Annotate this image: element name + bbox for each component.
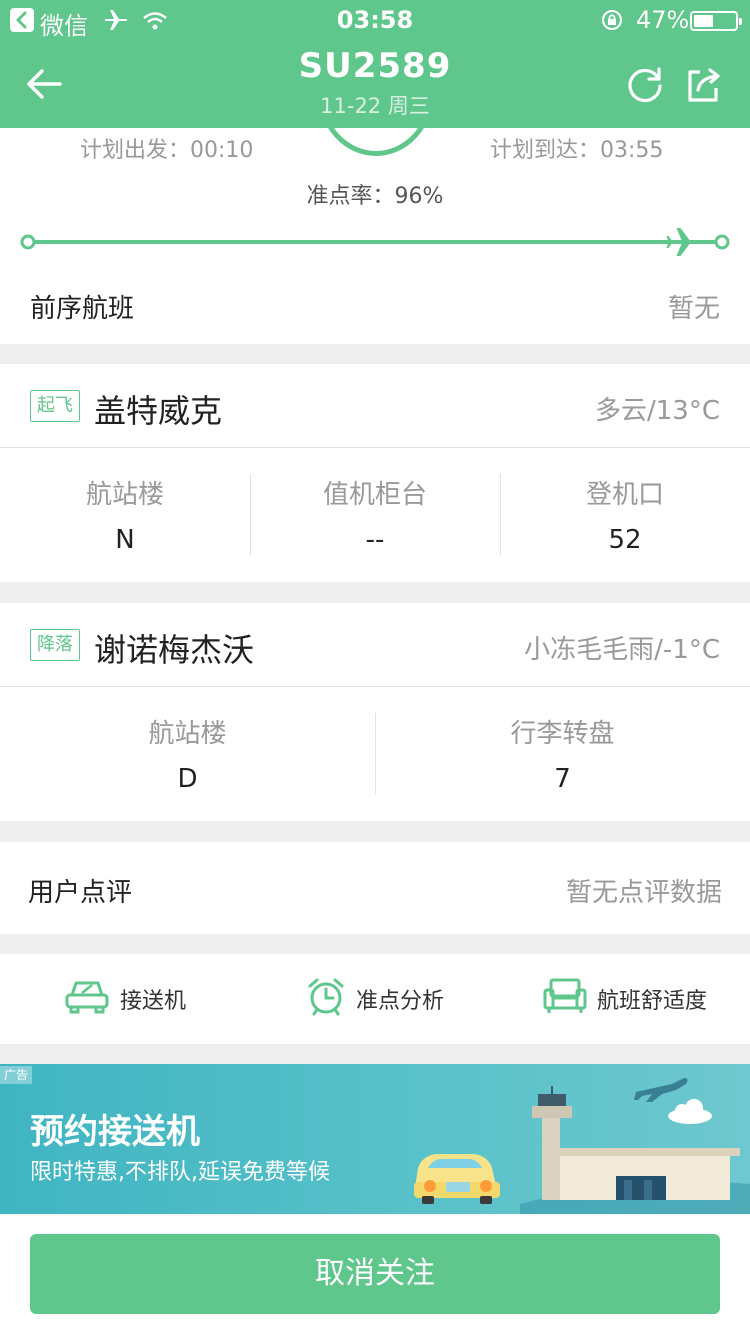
bottom-action-bar: 取消关注 — [0, 1214, 750, 1334]
departure-card: 起飞 盖特威克 多云/13°C 航站楼 N 值机柜台 -- 登机口 52 — [0, 364, 750, 582]
flight-status-card: 计划出发：00:10 计划到达：03:55 准点率：96% 前序航班 暂无 — [0, 128, 750, 344]
nav-bar: SU2589 11-22 周三 — [0, 40, 750, 128]
ad-subtitle: 限时特惠,不排队,延误免费等候 — [30, 1160, 330, 1185]
departure-gate: 登机口 52 — [500, 448, 750, 582]
battery-level — [694, 15, 713, 27]
ontime-analysis-button[interactable]: 准点分析 — [250, 954, 500, 1044]
user-review-value: 暂无点评数据 — [565, 878, 722, 908]
arrival-weather: 小冻毛毛雨/-1°C — [524, 635, 720, 665]
departure-terminal: 航站楼 N — [0, 448, 250, 582]
departure-terminal-value: N — [115, 525, 135, 555]
flight-progress-track — [20, 228, 730, 256]
departure-checkin-label: 值机柜台 — [322, 480, 427, 510]
ad-illustration — [414, 1078, 750, 1214]
departure-checkin: 值机柜台 -- — [250, 448, 500, 582]
departure-tag: 起飞 — [30, 390, 80, 422]
ontime-rate: 准点率：96% — [306, 184, 444, 209]
arrival-card: 降落 谢诺梅杰沃 小冻毛毛雨/-1°C 航站楼 D 行李转盘 7 — [0, 603, 750, 821]
pickup-dropoff-button[interactable]: 接送机 — [0, 954, 250, 1044]
rotation-lock-icon — [600, 8, 624, 38]
battery-icon — [690, 11, 742, 31]
seat-icon — [543, 976, 587, 1022]
arrival-info-columns: 航站楼 D 行李转盘 7 — [0, 687, 750, 821]
previous-flight-label: 前序航班 — [30, 294, 135, 324]
departure-checkin-value: -- — [365, 525, 385, 555]
arrival-baggage-value: 7 — [554, 764, 571, 794]
arrival-terminal-label: 航站楼 — [148, 719, 227, 749]
status-bar: 微信 03:58 47% — [0, 0, 750, 40]
car-icon — [64, 977, 110, 1021]
planned-arrival: 计划到达：03:55 — [490, 138, 664, 163]
departure-info-columns: 航站楼 N 值机柜台 -- 登机口 52 — [0, 448, 750, 582]
progress-plane-icon — [666, 228, 700, 256]
arrival-terminal: 航站楼 D — [0, 687, 375, 821]
arrival-baggage: 行李转盘 7 — [375, 687, 750, 821]
user-review-label: 用户点评 — [28, 878, 133, 908]
pickup-dropoff-label: 接送机 — [119, 989, 186, 1014]
status-circle — [318, 128, 434, 156]
departure-city: 盖特威克 — [94, 392, 223, 430]
planned-departure: 计划出发：00:10 — [80, 138, 254, 163]
arrival-terminal-value: D — [177, 764, 198, 794]
previous-flight-value: 暂无 — [667, 294, 720, 324]
user-review-row[interactable]: 用户点评 暂无点评数据 — [0, 842, 750, 934]
alarm-clock-icon — [306, 976, 346, 1022]
ontime-analysis-label: 准点分析 — [355, 989, 444, 1014]
departure-gate-value: 52 — [608, 525, 642, 555]
share-icon[interactable] — [684, 64, 724, 108]
departure-terminal-label: 航站楼 — [85, 480, 164, 510]
tools-bar: 接送机 准点分析 航班舒适度 — [0, 954, 750, 1044]
departure-header: 起飞 盖特威克 多云/13°C — [0, 364, 750, 448]
departure-weather: 多云/13°C — [595, 396, 720, 426]
arrival-header: 降落 谢诺梅杰沃 小冻毛毛雨/-1°C — [0, 603, 750, 687]
ad-badge: 广告 — [0, 1066, 33, 1084]
arrival-tag: 降落 — [30, 629, 80, 661]
ad-banner[interactable]: 广告 预约接送机 限时特惠,不排队,延误免费等候 — [0, 1064, 750, 1214]
flight-comfort-button[interactable]: 航班舒适度 — [500, 954, 750, 1044]
ad-title: 预约接送机 — [30, 1112, 200, 1152]
arrival-city: 谢诺梅杰沃 — [94, 631, 255, 669]
refresh-icon[interactable] — [626, 64, 666, 108]
arrival-baggage-label: 行李转盘 — [510, 719, 615, 749]
unfollow-button[interactable]: 取消关注 — [30, 1234, 720, 1314]
flight-comfort-label: 航班舒适度 — [596, 989, 707, 1014]
battery-percent: 47% — [636, 6, 690, 34]
departure-gate-label: 登机口 — [585, 480, 664, 510]
